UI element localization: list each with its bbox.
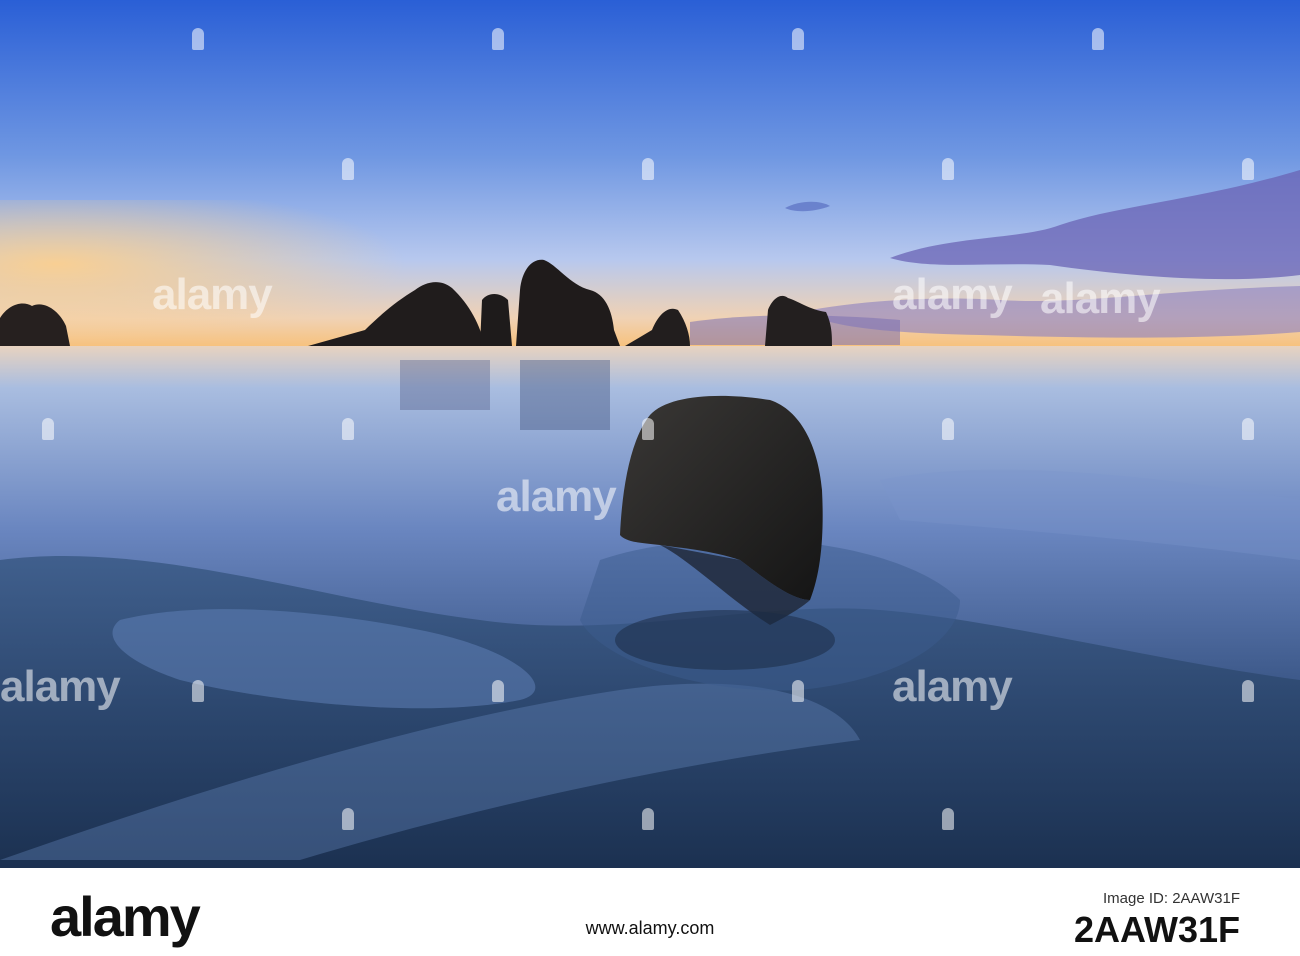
beach-scene-image: [0, 0, 1300, 868]
image-id: 2AAW31F: [1073, 909, 1240, 950]
footer-url: www.alamy.com: [585, 918, 715, 938]
alamy-logo: alamy: [50, 885, 201, 948]
image-id-block: Image ID: 2AAW31F 2AAW31F: [1074, 890, 1240, 951]
footer-bar: alamy www.alamy.com Image ID: 2AAW31F 2A…: [0, 868, 1300, 956]
image-id-label: Image ID: 2AAW31F: [1103, 890, 1240, 907]
photo: alamy alamy alamy alamy alamy alamy: [0, 0, 1300, 868]
